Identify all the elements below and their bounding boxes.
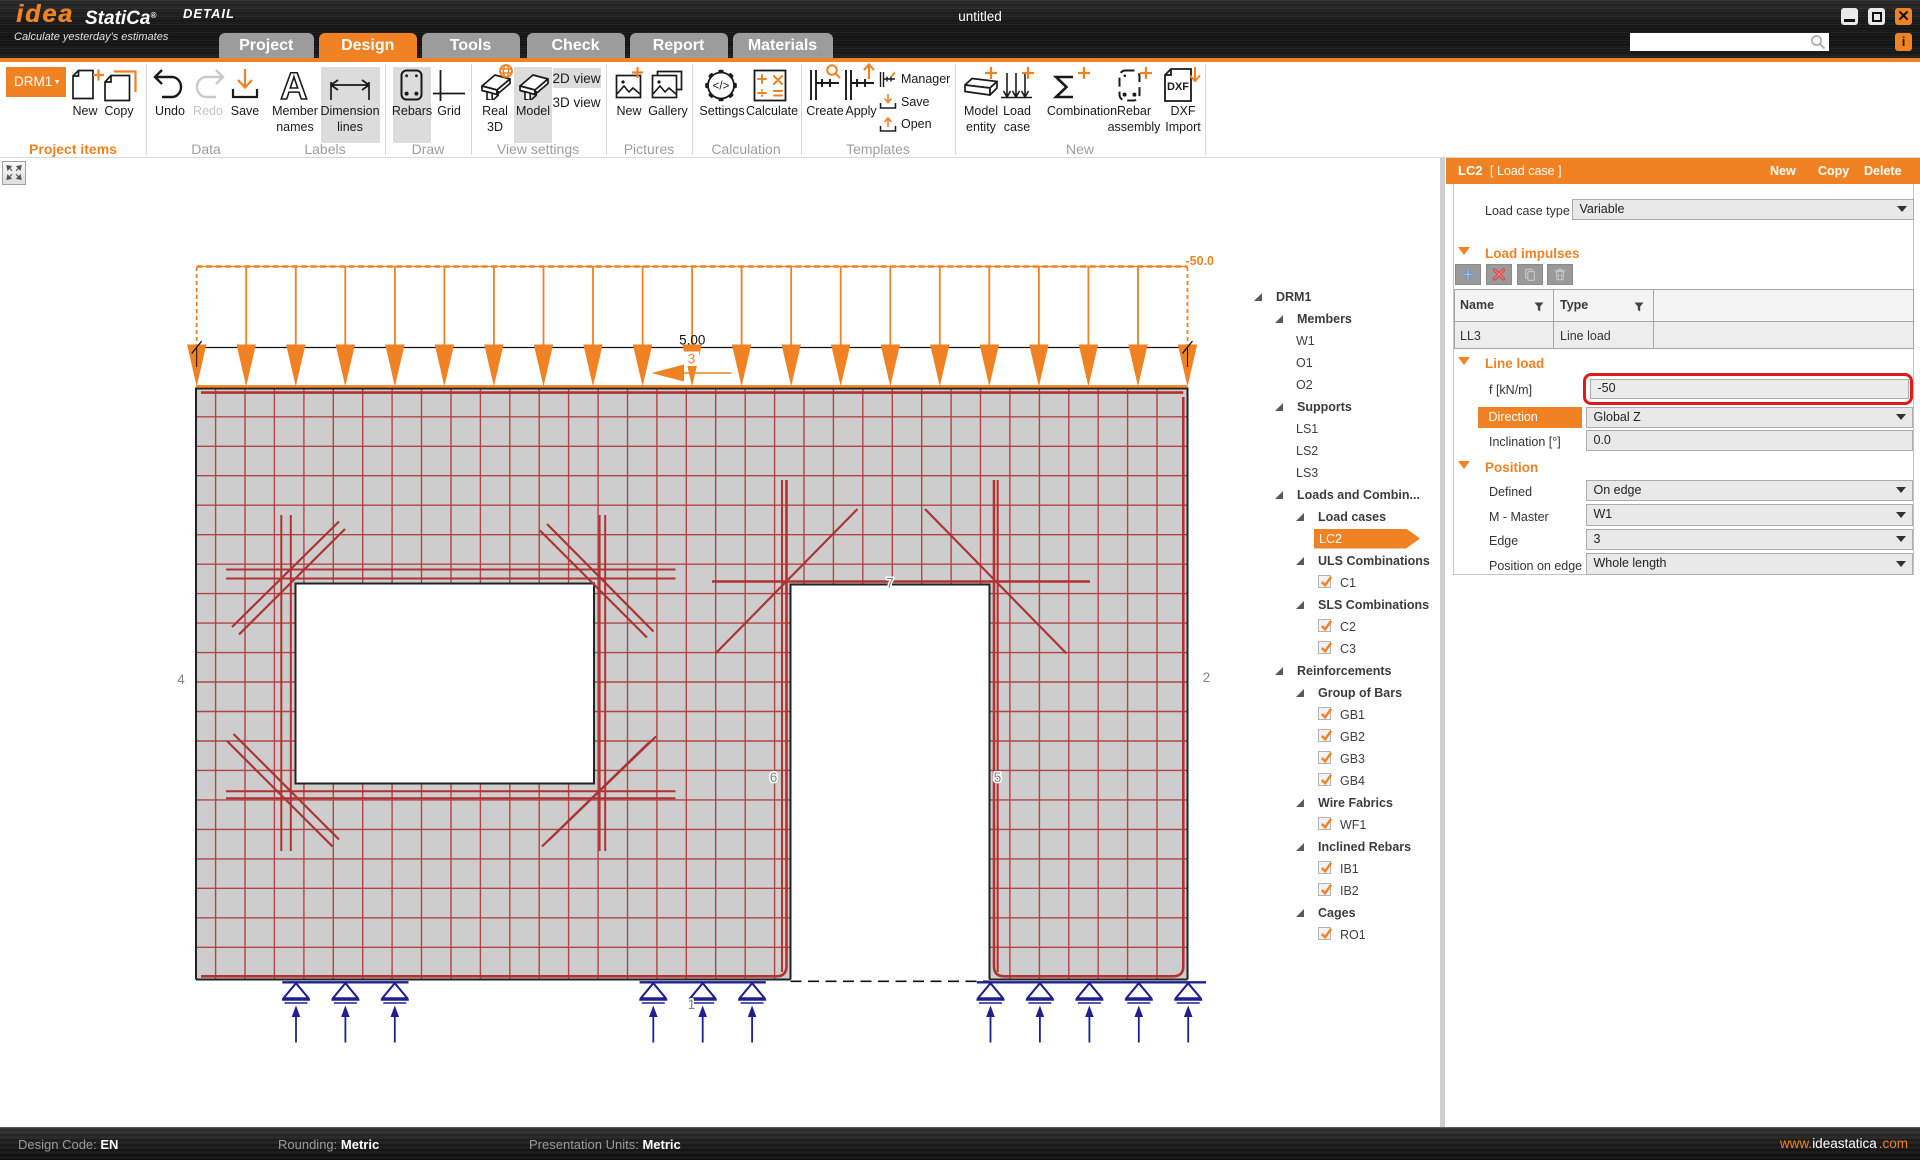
svg-text:4: 4 xyxy=(177,672,185,687)
svg-text:1: 1 xyxy=(688,997,696,1012)
svg-text:7: 7 xyxy=(886,576,894,591)
svg-text:5.00: 5.00 xyxy=(679,333,705,348)
svg-text:6: 6 xyxy=(770,770,778,785)
svg-text:-50.0: -50.0 xyxy=(1186,254,1215,268)
svg-text:3: 3 xyxy=(688,352,696,367)
svg-text:2: 2 xyxy=(1203,670,1211,685)
svg-text:5: 5 xyxy=(994,770,1002,785)
